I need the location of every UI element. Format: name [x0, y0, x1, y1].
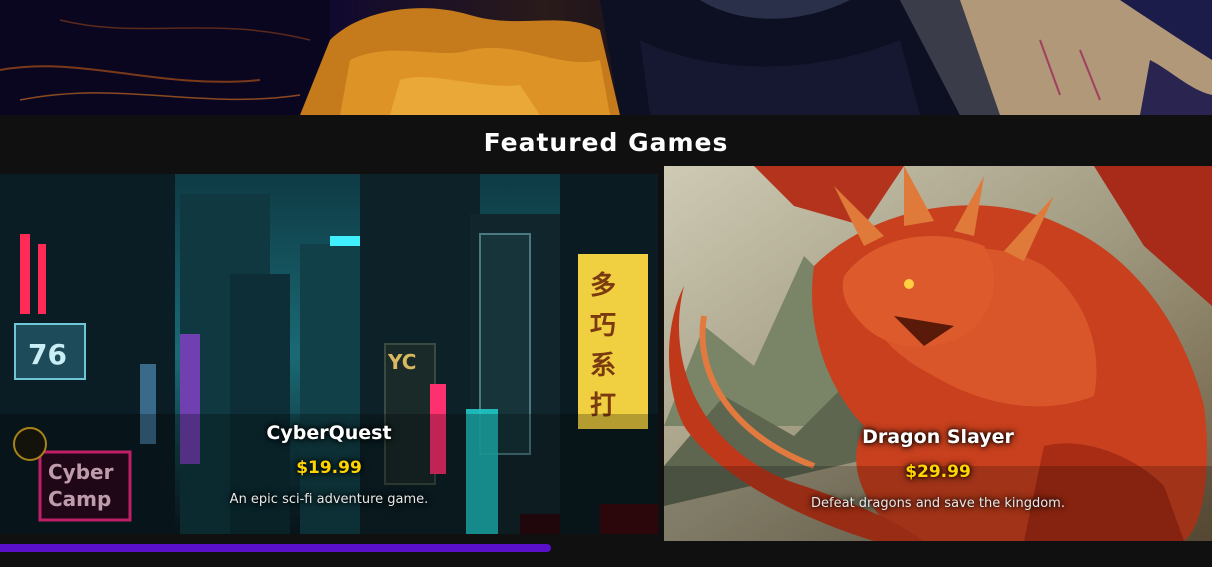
game-card-cyberquest[interactable]: 76 Cyber Camp YC 多 巧 系 打 CyberQuest $19.… [0, 174, 658, 534]
hero-artwork [0, 0, 1212, 115]
svg-text:系: 系 [590, 351, 616, 381]
game-card-info: Dragon Slayer $29.99 Defeat dragons and … [664, 426, 1212, 511]
game-card-info: CyberQuest $19.99 An epic sci-fi adventu… [0, 422, 658, 507]
featured-games-carousel[interactable]: 76 Cyber Camp YC 多 巧 系 打 CyberQuest $19.… [0, 166, 1212, 546]
svg-text:YC: YC [387, 350, 416, 374]
carousel-progress-fill [0, 544, 552, 552]
game-description: An epic sci-fi adventure game. [229, 492, 429, 507]
game-title: Dragon Slayer [862, 426, 1014, 448]
hero-banner [0, 0, 1212, 115]
game-price: $29.99 [905, 462, 971, 482]
svg-text:巧: 巧 [590, 311, 616, 341]
svg-text:多: 多 [590, 271, 616, 301]
game-title: CyberQuest [266, 422, 392, 444]
game-description: Defeat dragons and save the kingdom. [811, 496, 1065, 511]
game-card-dragon-slayer[interactable]: Dragon Slayer $29.99 Defeat dragons and … [664, 166, 1212, 541]
carousel-progress-track[interactable] [0, 544, 1212, 552]
section-title: Featured Games [483, 128, 729, 157]
game-price: $19.99 [296, 458, 362, 478]
svg-text:76: 76 [28, 338, 67, 371]
